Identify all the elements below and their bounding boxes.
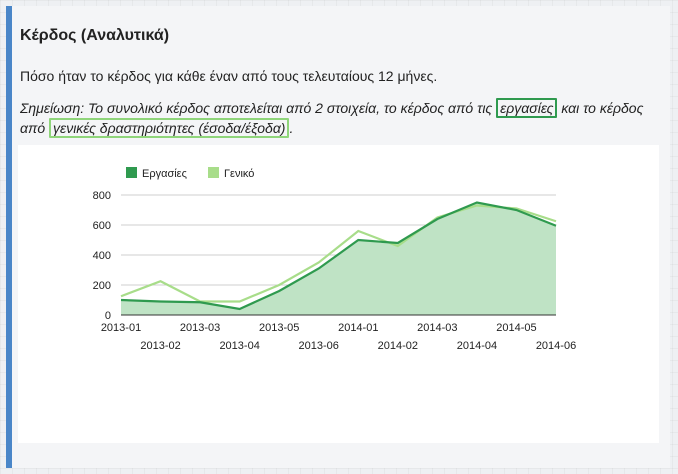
legend-label-general: Γενικό (224, 168, 254, 180)
x-tick-label: 2014-03 (417, 322, 457, 334)
note-term-work: εργασίες (496, 98, 558, 118)
x-tick-label: 2014-02 (378, 340, 418, 352)
y-tick-label: 800 (93, 190, 111, 202)
note-prefix: Σημείωση: Το συνολικό κέρδος αποτελείται… (20, 100, 493, 116)
profit-chart: 0 200 400 600 800 2013-01 2013-03 2013-05 2014-0… (93, 167, 576, 352)
legend-swatch-general (208, 167, 219, 178)
legend-swatch-work (126, 167, 137, 178)
note-term-general: γενικές δραστηριότητες (έσοδα/έξοδα) (49, 118, 290, 138)
area-work (121, 202, 556, 315)
legend-label-work: Εργασίες (142, 168, 187, 180)
y-tick-label: 0 (105, 310, 111, 322)
note-suffix: . (289, 120, 294, 136)
y-tick-label: 200 (93, 280, 111, 292)
x-tick-label: 2013-03 (180, 322, 220, 334)
x-tick-label: 2014-05 (496, 322, 536, 334)
x-tick-label: 2013-01 (101, 322, 141, 334)
x-tick-label: 2013-05 (259, 322, 299, 334)
panel-description: Πόσο ήταν το κέρδος για κάθε έναν από το… (20, 68, 438, 84)
page-title: Κέρδος (Αναλυτικά) (20, 27, 170, 44)
y-tick-label: 400 (93, 250, 111, 262)
x-tick-label: 2013-04 (219, 340, 259, 352)
y-tick-label: 600 (93, 220, 111, 232)
chart-container: 0 200 400 600 800 2013-01 2013-03 2013-05 2014-0… (18, 145, 659, 443)
x-tick-label: 2013-06 (299, 340, 339, 352)
panel-note: Σημείωση: Το συνολικό κέρδος αποτελείται… (20, 98, 660, 138)
x-tick-label: 2014-06 (536, 340, 576, 352)
x-tick-label: 2014-04 (457, 340, 497, 352)
x-tick-label: 2014-01 (338, 322, 378, 334)
x-tick-label: 2013-02 (140, 340, 180, 352)
